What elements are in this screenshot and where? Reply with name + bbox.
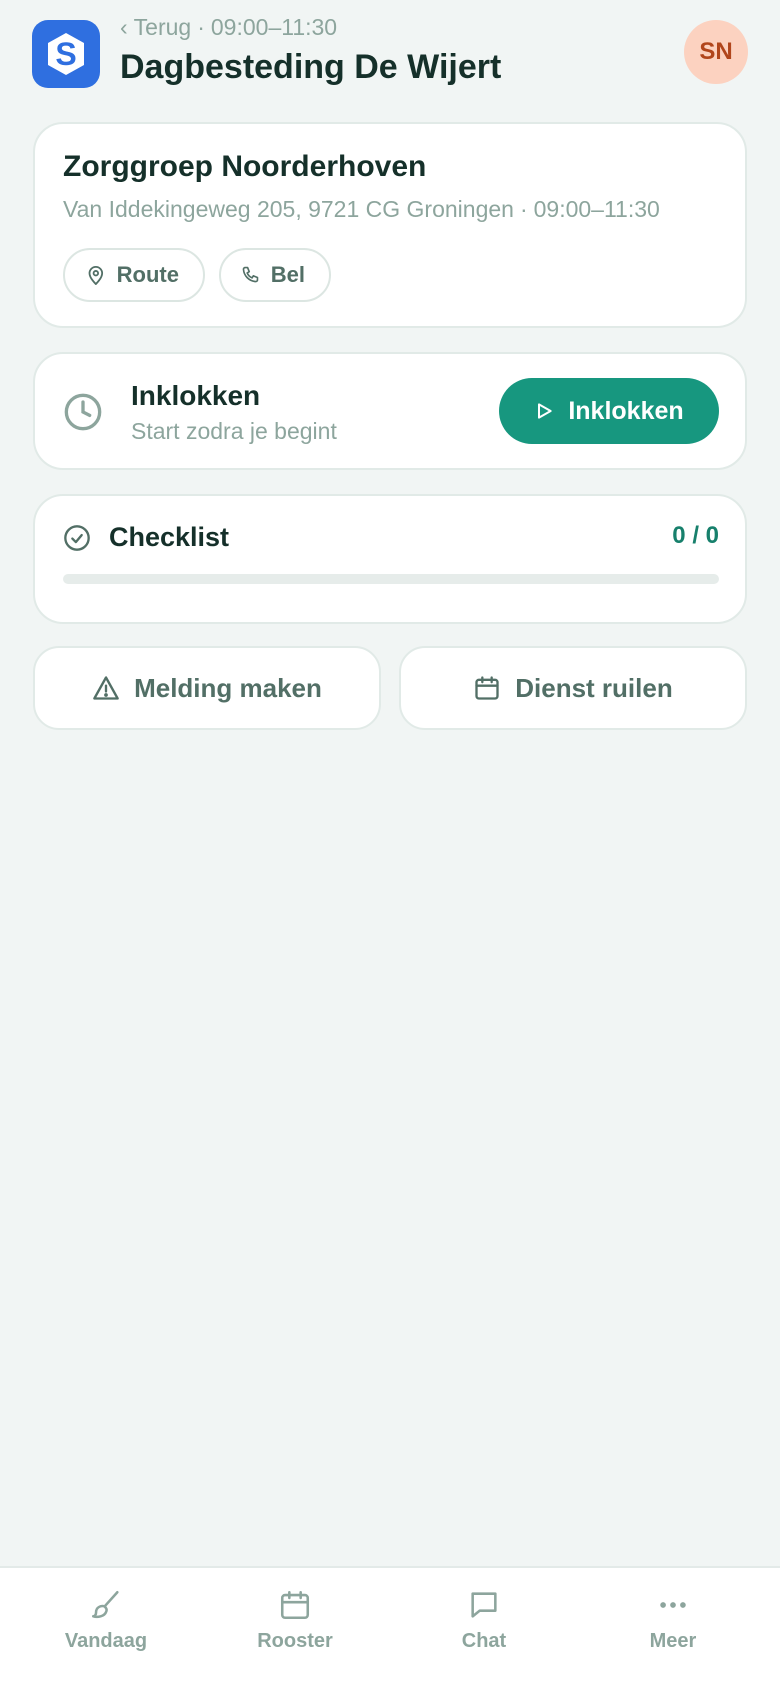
nav-item-today[interactable]: Vandaag bbox=[26, 1588, 186, 1653]
clock-in-card: Inklokken Start zodra je begint Inklokke… bbox=[33, 352, 747, 470]
nav-label-schedule: Rooster bbox=[257, 1630, 333, 1652]
back-link[interactable]: ‹ Terug · 09:00–11:30 bbox=[120, 14, 337, 41]
nav-label-today: Vandaag bbox=[64, 1630, 148, 1652]
more-dots-icon bbox=[660, 1602, 686, 1608]
swap-shift-label: Dienst ruilen bbox=[515, 672, 673, 703]
clock-in-subtitle: Start zodra je begint bbox=[131, 418, 337, 444]
clock-in-title: Inklokken bbox=[131, 380, 261, 411]
nav-label-chat: Chat bbox=[461, 1630, 507, 1652]
app-logo-icon: S bbox=[48, 33, 84, 75]
calendar-icon bbox=[475, 676, 499, 700]
nav-item-more[interactable]: Meer bbox=[593, 1588, 753, 1653]
organization-name: Zorggroep Noorderhoven bbox=[63, 150, 427, 183]
route-label: Route bbox=[116, 262, 179, 287]
avatar[interactable]: SN bbox=[684, 20, 748, 84]
checklist-card[interactable]: Checklist 0 / 0 bbox=[33, 494, 747, 624]
clock-icon bbox=[63, 392, 103, 432]
location-time: 09:00–11:30 bbox=[533, 196, 660, 222]
app-logo-letter: S bbox=[55, 36, 76, 72]
call-button[interactable]: Bel bbox=[219, 248, 331, 302]
bottom-nav: Vandaag Rooster Chat Meer bbox=[0, 1566, 780, 1688]
map-pin-icon bbox=[88, 265, 104, 285]
checklist-count: 0 / 0 bbox=[672, 522, 719, 549]
clock-in-button[interactable]: Inklokken bbox=[499, 378, 719, 444]
clock-in-button-label: Inklokken bbox=[568, 396, 684, 425]
route-button[interactable]: Route bbox=[63, 248, 205, 302]
report-button[interactable]: Melding maken bbox=[33, 646, 381, 730]
call-label: Bel bbox=[270, 262, 305, 287]
play-icon bbox=[538, 403, 552, 419]
report-label: Melding maken bbox=[134, 672, 322, 703]
phone-icon bbox=[242, 266, 259, 283]
header: S ‹ Terug · 09:00–11:30 Dagbesteding De Wij… bbox=[0, 0, 780, 110]
calendar-icon bbox=[280, 1590, 310, 1620]
nav-label-more: Meer bbox=[649, 1630, 697, 1652]
check-circle-icon bbox=[63, 524, 91, 552]
location-address-line: Van Iddekingeweg 205, 9721 CG Groningen ·… bbox=[63, 196, 660, 222]
back-time: 09:00–11:30 bbox=[210, 14, 338, 40]
chevron-left-icon: ‹ bbox=[120, 14, 128, 40]
chat-bubble-icon bbox=[471, 1592, 497, 1618]
location-address: Van Iddekingeweg 205, 9721 CG Groningen bbox=[63, 196, 514, 222]
location-card: Zorggroep Noorderhoven Van Iddekingeweg … bbox=[33, 122, 747, 328]
checklist-title: Checklist bbox=[109, 522, 230, 552]
nav-item-chat[interactable]: Chat bbox=[404, 1588, 564, 1653]
nav-item-schedule[interactable]: Rooster bbox=[215, 1588, 375, 1653]
brush-icon bbox=[91, 1590, 119, 1619]
back-label: Terug bbox=[133, 14, 192, 40]
swap-shift-button[interactable]: Dienst ruilen bbox=[399, 646, 747, 730]
warning-icon bbox=[93, 676, 119, 700]
checklist-progress-track bbox=[63, 574, 719, 584]
page-title: Dagbesteding De Wijert bbox=[120, 48, 502, 86]
app-logo: S bbox=[32, 20, 100, 88]
